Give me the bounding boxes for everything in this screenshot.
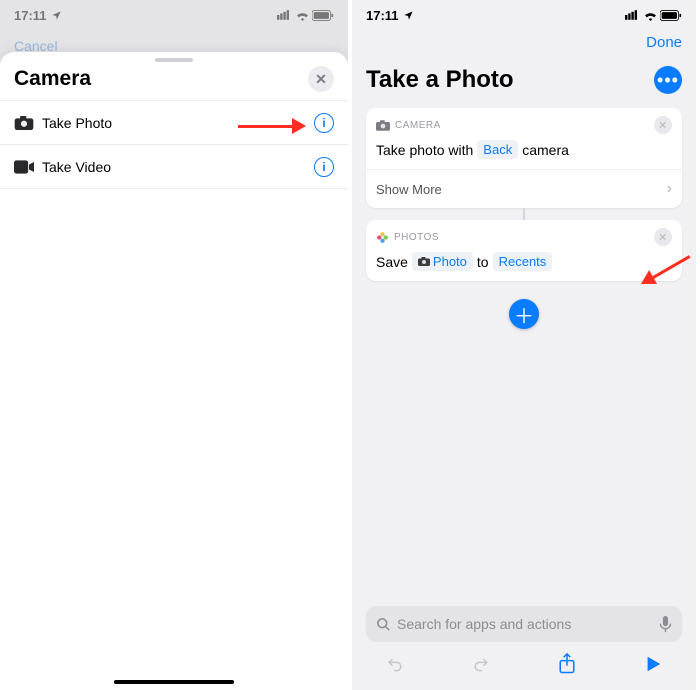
info-button[interactable]: i bbox=[314, 113, 334, 133]
camera-parameter-pill[interactable]: Back bbox=[477, 140, 518, 159]
run-button[interactable] bbox=[638, 649, 668, 679]
variable-label: Photo bbox=[433, 254, 467, 269]
ellipsis-icon: ••• bbox=[657, 70, 679, 91]
home-indicator[interactable] bbox=[114, 680, 234, 684]
action-label: Take Photo bbox=[42, 115, 112, 131]
status-indicators bbox=[277, 10, 334, 21]
close-icon: ✕ bbox=[658, 119, 668, 132]
action-text: camera bbox=[522, 142, 569, 158]
photos-action-card[interactable]: PHOTOS ✕ Save Photo to Recents bbox=[366, 220, 682, 281]
show-more-label: Show More bbox=[376, 182, 442, 197]
chevron-right-icon: › bbox=[667, 180, 672, 198]
location-icon bbox=[51, 10, 62, 21]
show-more-row[interactable]: Show More › bbox=[366, 169, 682, 208]
section-label: CAMERA bbox=[395, 120, 441, 131]
search-icon bbox=[376, 617, 391, 632]
search-placeholder: Search for apps and actions bbox=[397, 616, 571, 632]
camera-icon bbox=[14, 116, 42, 130]
action-text: Save bbox=[376, 254, 408, 270]
share-button[interactable] bbox=[552, 649, 582, 679]
plus-icon: ＋ bbox=[514, 300, 534, 329]
info-button[interactable]: i bbox=[314, 157, 334, 177]
close-sheet-button[interactable]: ✕ bbox=[308, 66, 334, 92]
action-text: Take photo with bbox=[376, 142, 473, 158]
done-button[interactable]: Done bbox=[646, 34, 682, 51]
photo-variable-pill[interactable]: Photo bbox=[412, 252, 473, 271]
remove-action-button[interactable]: ✕ bbox=[654, 228, 672, 246]
close-icon: ✕ bbox=[658, 231, 668, 244]
status-bar: 17:11 bbox=[352, 0, 696, 30]
section-label: PHOTOS bbox=[394, 232, 439, 243]
undo-button[interactable] bbox=[380, 649, 410, 679]
camera-app-icon bbox=[376, 120, 390, 131]
album-parameter-pill[interactable]: Recents bbox=[493, 252, 553, 271]
add-action-button[interactable]: ＋ bbox=[509, 299, 539, 329]
action-take-video[interactable]: Take Video i bbox=[0, 145, 348, 189]
camera-action-card[interactable]: CAMERA ✕ Take photo with Back camera Sho… bbox=[366, 108, 682, 208]
shortcut-title[interactable]: Take a Photo bbox=[366, 66, 514, 94]
location-icon bbox=[403, 10, 414, 21]
editor-toolbar bbox=[352, 646, 696, 682]
tutorial-arrow bbox=[238, 118, 310, 134]
close-icon: ✕ bbox=[315, 71, 327, 88]
status-indicators bbox=[625, 10, 682, 21]
status-time: 17:11 bbox=[366, 8, 399, 23]
photos-app-icon bbox=[376, 231, 389, 244]
workflow-connector bbox=[523, 208, 525, 220]
camera-icon bbox=[418, 257, 430, 266]
video-icon bbox=[14, 160, 42, 174]
remove-action-button[interactable]: ✕ bbox=[654, 116, 672, 134]
search-input[interactable]: Search for apps and actions bbox=[366, 606, 682, 642]
camera-sheet: Camera ✕ Take Photo i Take Vide bbox=[0, 52, 348, 690]
action-text: to bbox=[477, 254, 489, 270]
sheet-title: Camera bbox=[14, 67, 91, 91]
shortcut-menu-button[interactable]: ••• bbox=[654, 66, 682, 94]
mic-icon[interactable] bbox=[659, 616, 672, 633]
redo-button[interactable] bbox=[466, 649, 496, 679]
action-label: Take Video bbox=[42, 159, 111, 175]
status-bar: 17:11 bbox=[0, 0, 348, 30]
status-time: 17:11 bbox=[14, 8, 47, 23]
